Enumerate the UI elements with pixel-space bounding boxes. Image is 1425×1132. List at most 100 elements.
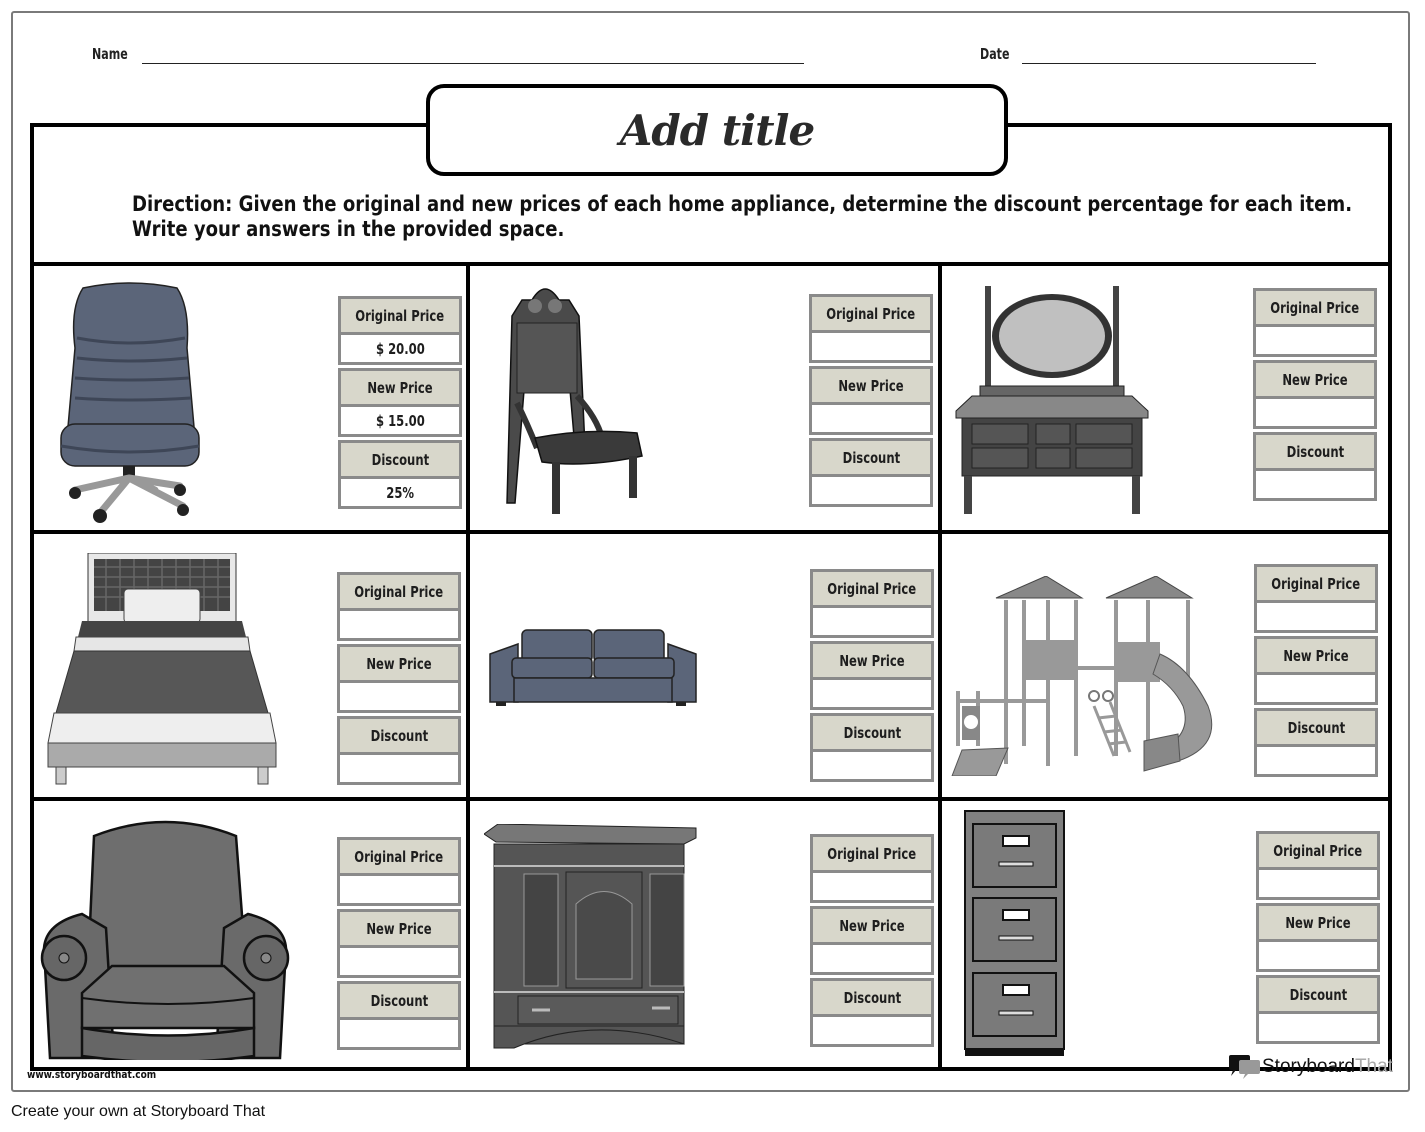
discount-value[interactable]	[1257, 747, 1375, 774]
discount-value[interactable]	[340, 755, 458, 782]
discount-box: Discount	[337, 981, 461, 1050]
speech-bubble-icon	[1229, 1055, 1260, 1079]
footer-link[interactable]: Create your own at Storyboard That	[11, 1103, 265, 1121]
direction-line-1: Direction: Given the original and new pr…	[132, 192, 1353, 216]
original-price-value[interactable]	[812, 333, 930, 360]
new-price-box: New Price	[810, 641, 934, 710]
original-price-value[interactable]	[813, 873, 931, 900]
original-price-label: Original Price	[812, 297, 930, 333]
price-boxes: Original Price New Price Discount	[1256, 831, 1380, 1047]
grid-divider	[30, 262, 1392, 266]
discount-label: Discount	[341, 443, 459, 479]
title-box[interactable]: Add title	[426, 84, 1008, 176]
filing-cabinet-icon	[964, 810, 1065, 1056]
logo-text-that: That	[1354, 1056, 1393, 1077]
original-price-label: Original Price	[1257, 567, 1375, 603]
original-price-value[interactable]	[340, 611, 458, 638]
logo-text-storyboard: Storyboard	[1262, 1056, 1355, 1077]
discount-box: Discount	[1256, 975, 1380, 1044]
new-price-label: New Price	[813, 909, 931, 945]
worksheet-title[interactable]: Add title	[620, 106, 815, 155]
new-price-box: New Price	[1254, 636, 1378, 705]
original-price-box: Original Price	[1256, 831, 1380, 900]
original-price-label: Original Price	[1259, 834, 1377, 870]
grid-divider	[938, 262, 942, 1070]
armoire-icon	[484, 824, 697, 1049]
discount-label: Discount	[1257, 711, 1375, 747]
discount-box: Discount	[810, 713, 934, 782]
price-boxes: Original Price New Price Discount	[337, 837, 461, 1053]
original-price-value[interactable]: $ 20.00	[341, 335, 459, 362]
discount-label: Discount	[813, 981, 931, 1017]
discount-box: Discount	[809, 438, 933, 507]
discount-value[interactable]	[1256, 471, 1374, 498]
original-price-value[interactable]	[1259, 870, 1377, 897]
original-price-box: Original Price	[1253, 288, 1377, 357]
new-price-value[interactable]	[813, 945, 931, 972]
grid-divider	[30, 530, 1392, 534]
price-boxes: Original Price New Price Discount	[810, 569, 934, 785]
discount-value[interactable]	[1259, 1014, 1377, 1041]
name-label: Name	[92, 45, 128, 63]
new-price-value[interactable]	[813, 680, 931, 707]
new-price-box: New Price	[337, 909, 461, 978]
original-price-box: Original Price	[1254, 564, 1378, 633]
discount-value[interactable]	[812, 477, 930, 504]
playground-icon	[951, 576, 1213, 776]
new-price-value[interactable]	[812, 405, 930, 432]
antique-chair-icon	[506, 288, 643, 514]
storyboardthat-logo: Storyboard That	[1228, 1054, 1393, 1080]
discount-label: Discount	[340, 984, 458, 1020]
discount-box: Discount	[1254, 708, 1378, 777]
discount-box: Discount	[337, 716, 461, 785]
original-price-label: Original Price	[813, 837, 931, 873]
new-price-label: New Price	[340, 912, 458, 948]
price-boxes: Original Price New Price Discount	[1254, 564, 1378, 780]
original-price-value[interactable]	[1256, 327, 1374, 354]
new-price-value[interactable]	[1259, 942, 1377, 969]
discount-value[interactable]	[813, 1017, 931, 1044]
original-price-value[interactable]	[1257, 603, 1375, 630]
new-price-label: New Price	[813, 644, 931, 680]
original-price-box: Original Price	[810, 834, 934, 903]
price-boxes: Original Price New Price Discount	[810, 834, 934, 1050]
new-price-value[interactable]	[340, 683, 458, 710]
original-price-label: Original Price	[340, 575, 458, 611]
new-price-label: New Price	[812, 369, 930, 405]
vanity-dresser-icon	[955, 286, 1149, 514]
discount-value[interactable]: 25%	[341, 479, 459, 506]
discount-value[interactable]	[340, 1020, 458, 1047]
discount-box: Discount 25%	[338, 440, 462, 509]
office-chair-icon	[60, 282, 200, 523]
new-price-value[interactable]: $ 15.00	[341, 407, 459, 434]
discount-label: Discount	[813, 716, 931, 752]
new-price-value[interactable]	[340, 948, 458, 975]
original-price-label: Original Price	[340, 840, 458, 876]
grid-divider	[30, 797, 1392, 801]
bed-icon	[47, 553, 277, 785]
price-boxes: Original Price $ 20.00 New Price $ 15.00…	[338, 296, 462, 512]
direction-line-2: Write your answers in the provided space…	[132, 217, 565, 241]
discount-label: Discount	[340, 719, 458, 755]
new-price-box: New Price $ 15.00	[338, 368, 462, 437]
new-price-box: New Price	[810, 906, 934, 975]
original-price-value[interactable]	[813, 608, 931, 635]
new-price-box: New Price	[1256, 903, 1380, 972]
new-price-box: New Price	[809, 366, 933, 435]
discount-value[interactable]	[813, 752, 931, 779]
price-boxes: Original Price New Price Discount	[1253, 288, 1377, 504]
new-price-value[interactable]	[1256, 399, 1374, 426]
new-price-value[interactable]	[1257, 675, 1375, 702]
new-price-box: New Price	[337, 644, 461, 713]
original-price-label: Original Price	[341, 299, 459, 335]
discount-label: Discount	[1259, 978, 1377, 1014]
original-price-box: Original Price	[809, 294, 933, 363]
discount-box: Discount	[1253, 432, 1377, 501]
original-price-value[interactable]	[340, 876, 458, 903]
new-price-label: New Price	[1257, 639, 1375, 675]
original-price-label: Original Price	[1256, 291, 1374, 327]
original-price-label: Original Price	[813, 572, 931, 608]
date-field-line[interactable]	[1022, 63, 1316, 64]
name-field-line[interactable]	[142, 63, 804, 64]
original-price-box: Original Price $ 20.00	[338, 296, 462, 365]
